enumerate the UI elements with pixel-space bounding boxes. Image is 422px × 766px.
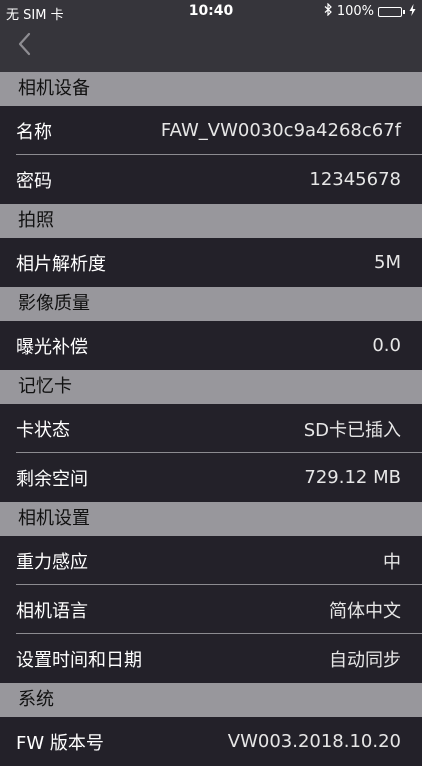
status-right: 100% <box>324 2 416 20</box>
row-gravity-sensor[interactable]: 重力感应 中 <box>0 536 422 585</box>
row-value: 729.12 MB <box>304 467 401 488</box>
row-label: 相机语言 <box>16 600 88 622</box>
row-label: 剩余空间 <box>16 468 88 490</box>
row-value: 自动同步 <box>329 649 401 671</box>
row-value: 0.0 <box>372 335 401 356</box>
row-value: VW003.2018.10.20 <box>227 731 401 752</box>
row-fw-version[interactable]: FW 版本号 VW003.2018.10.20 <box>0 717 422 766</box>
row-card-status[interactable]: 卡状态 SD卡已插入 <box>0 404 422 453</box>
row-label: 名称 <box>16 121 52 143</box>
row-value: 5M <box>374 252 401 273</box>
row-label: 卡状态 <box>16 419 70 441</box>
section-header-photo: 拍照 <box>0 204 422 238</box>
row-label: 密码 <box>16 170 52 192</box>
settings-list: 相机设备 名称 FAW_VW0030c9a4268c67f 密码 1234567… <box>0 72 422 766</box>
section-header-camera-device: 相机设备 <box>0 72 422 106</box>
row-photo-resolution[interactable]: 相片解析度 5M <box>0 238 422 287</box>
chevron-left-icon <box>17 32 31 60</box>
row-label: 曝光补偿 <box>16 336 88 358</box>
row-value: SD卡已插入 <box>303 419 401 441</box>
row-camera-language[interactable]: 相机语言 简体中文 <box>0 585 422 634</box>
bluetooth-icon <box>324 2 333 20</box>
row-set-date-time[interactable]: 设置时间和日期 自动同步 <box>0 634 422 683</box>
battery-percent: 100% <box>336 4 374 19</box>
battery-cap <box>403 9 405 14</box>
row-free-space[interactable]: 剩余空间 729.12 MB <box>0 453 422 502</box>
navigation-bar <box>0 22 422 72</box>
row-value: 12345678 <box>309 169 401 190</box>
row-exposure-compensation[interactable]: 曝光补偿 0.0 <box>0 321 422 370</box>
row-value: 简体中文 <box>329 600 401 622</box>
back-button[interactable] <box>10 30 38 62</box>
row-label: 相片解析度 <box>16 253 106 275</box>
row-name[interactable]: 名称 FAW_VW0030c9a4268c67f <box>0 106 422 155</box>
row-label: 重力感应 <box>16 551 88 573</box>
row-value: 中 <box>383 551 401 573</box>
battery-icon <box>378 6 402 17</box>
section-header-camera-settings: 相机设置 <box>0 502 422 536</box>
charging-bolt-icon <box>409 3 416 20</box>
row-label: FW 版本号 <box>16 732 104 754</box>
row-value: FAW_VW0030c9a4268c67f <box>160 120 401 141</box>
section-header-image-quality: 影像质量 <box>0 287 422 321</box>
section-header-memory-card: 记忆卡 <box>0 370 422 404</box>
section-header-system: 系统 <box>0 683 422 717</box>
row-password[interactable]: 密码 12345678 <box>0 155 422 204</box>
row-label: 设置时间和日期 <box>16 649 142 671</box>
status-bar: 无 SIM 卡 10:40 100% <box>0 0 422 23</box>
